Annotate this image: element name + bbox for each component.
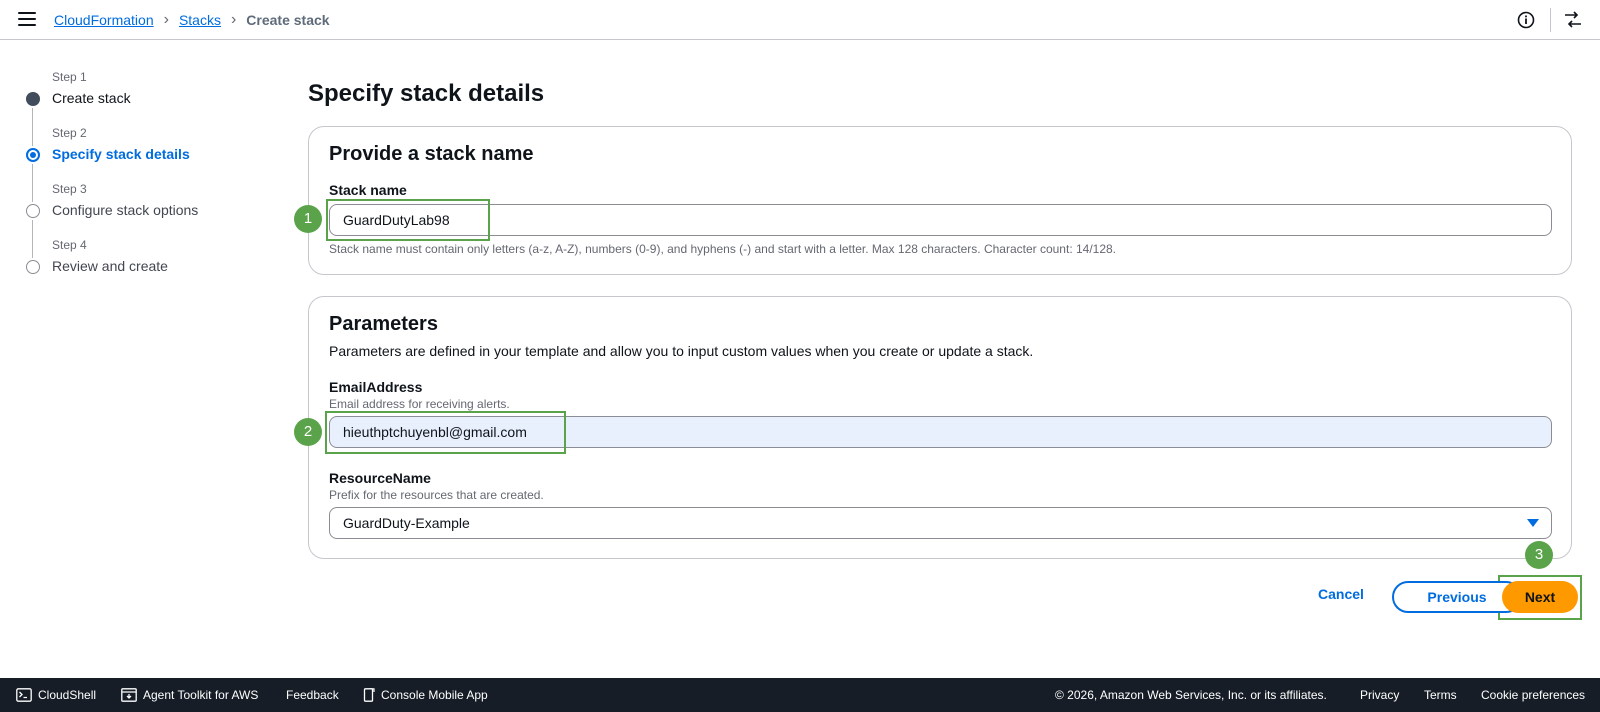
cloudshell-button[interactable]: CloudShell — [16, 688, 96, 702]
footer: CloudShell Agent Toolkit for AWS Feedbac… — [0, 678, 1600, 712]
feedback-link[interactable]: Feedback — [286, 688, 339, 702]
cloudshell-label: CloudShell — [38, 688, 97, 702]
console-mobile-app-link[interactable]: Console Mobile App — [363, 688, 488, 702]
cookie-preferences-label: Cookie preferences — [1481, 688, 1586, 702]
chevron-right-icon: › — [230, 11, 237, 28]
breadcrumb-stacks[interactable]: Stacks — [179, 12, 221, 28]
cancel-button[interactable]: Cancel — [1318, 586, 1364, 602]
step-label: Review and create — [52, 258, 168, 274]
step-current-icon — [26, 148, 40, 162]
copyright-label: © 2026, Amazon Web Services, Inc. or its… — [1055, 688, 1327, 702]
resource-name-description: Prefix for the resources that are create… — [329, 488, 544, 502]
stack-name-container: Provide a stack name Stack name GuardDut… — [308, 126, 1572, 275]
info-icon[interactable] — [1517, 11, 1535, 29]
step-done-icon — [26, 92, 40, 106]
annotation-badge-2: 2 — [294, 418, 322, 446]
email-description: Email address for receiving alerts. — [329, 397, 510, 411]
wizard-steps: Step 1 Create stack Step 2 Specify stack… — [24, 70, 284, 294]
step-1[interactable]: Step 1 Create stack — [24, 70, 284, 146]
top-navigation-bar: CloudFormation › Stacks › Create stack — [0, 0, 1600, 40]
menu-icon[interactable] — [18, 12, 36, 28]
next-button[interactable]: Next — [1502, 581, 1578, 613]
console-mobile-app-label: Console Mobile App — [381, 688, 488, 702]
step-number: Step 3 — [52, 182, 87, 196]
step-3[interactable]: Step 3 Configure stack options — [24, 182, 284, 258]
page-title: Specify stack details — [308, 80, 545, 107]
panel-icon[interactable] — [1563, 11, 1583, 29]
step-label: Configure stack options — [52, 202, 199, 218]
cookie-preferences-link[interactable]: Cookie preferences — [1481, 688, 1585, 702]
email-label: EmailAddress — [329, 379, 423, 395]
stack-name-constraint: Stack name must contain only letters (a-… — [329, 242, 1117, 256]
resource-name-label: ResourceName — [329, 470, 431, 486]
section-title: Provide a stack name — [329, 143, 534, 165]
stack-name-input[interactable]: GuardDutyLab98 — [329, 204, 1552, 236]
breadcrumb-cloudformation[interactable]: CloudFormation — [54, 12, 154, 28]
annotation-badge-1: 1 — [294, 205, 322, 233]
section-title: Parameters — [329, 313, 438, 335]
header-divider — [1550, 8, 1551, 32]
parameters-description: Parameters are defined in your template … — [329, 343, 1034, 359]
breadcrumb-current: Create stack — [246, 12, 330, 28]
step-2[interactable]: Step 2 Specify stack details — [24, 126, 284, 202]
copyright-text: © 2026, Amazon Web Services, Inc. or its… — [1055, 688, 1327, 702]
highlight-box-2 — [325, 411, 566, 454]
feedback-label: Feedback — [286, 688, 339, 702]
step-number: Step 2 — [52, 126, 87, 140]
privacy-link[interactable]: Privacy — [1360, 688, 1399, 702]
mobile-icon — [363, 688, 375, 702]
terms-label: Terms — [1424, 688, 1457, 702]
step-label: Specify stack details — [52, 146, 190, 162]
step-4[interactable]: Step 4 Review and create — [24, 238, 284, 294]
step-number: Step 4 — [52, 238, 87, 252]
step-pending-icon — [26, 204, 40, 218]
highlight-box-1 — [326, 199, 490, 241]
breadcrumb: CloudFormation › Stacks › Create stack — [54, 0, 330, 40]
privacy-label: Privacy — [1360, 688, 1400, 702]
stack-name-label: Stack name — [329, 182, 407, 198]
terms-link[interactable]: Terms — [1424, 688, 1457, 702]
chevron-right-icon: › — [163, 11, 169, 28]
resource-name-select[interactable]: GuardDuty-Example — [329, 507, 1552, 539]
step-label: Create stack — [52, 90, 131, 106]
terminal-icon — [16, 688, 32, 702]
agent-toolkit-button[interactable]: Agent Toolkit for AWS — [121, 688, 258, 702]
caret-down-icon — [1527, 519, 1539, 527]
agent-toolkit-label: Agent Toolkit for AWS — [143, 688, 259, 702]
step-number: Step 1 — [52, 70, 87, 84]
resource-name-value: GuardDuty-Example — [343, 515, 470, 531]
step-pending-icon — [26, 260, 40, 274]
annotation-badge-3: 3 — [1525, 541, 1553, 569]
toolkit-icon — [121, 688, 137, 702]
